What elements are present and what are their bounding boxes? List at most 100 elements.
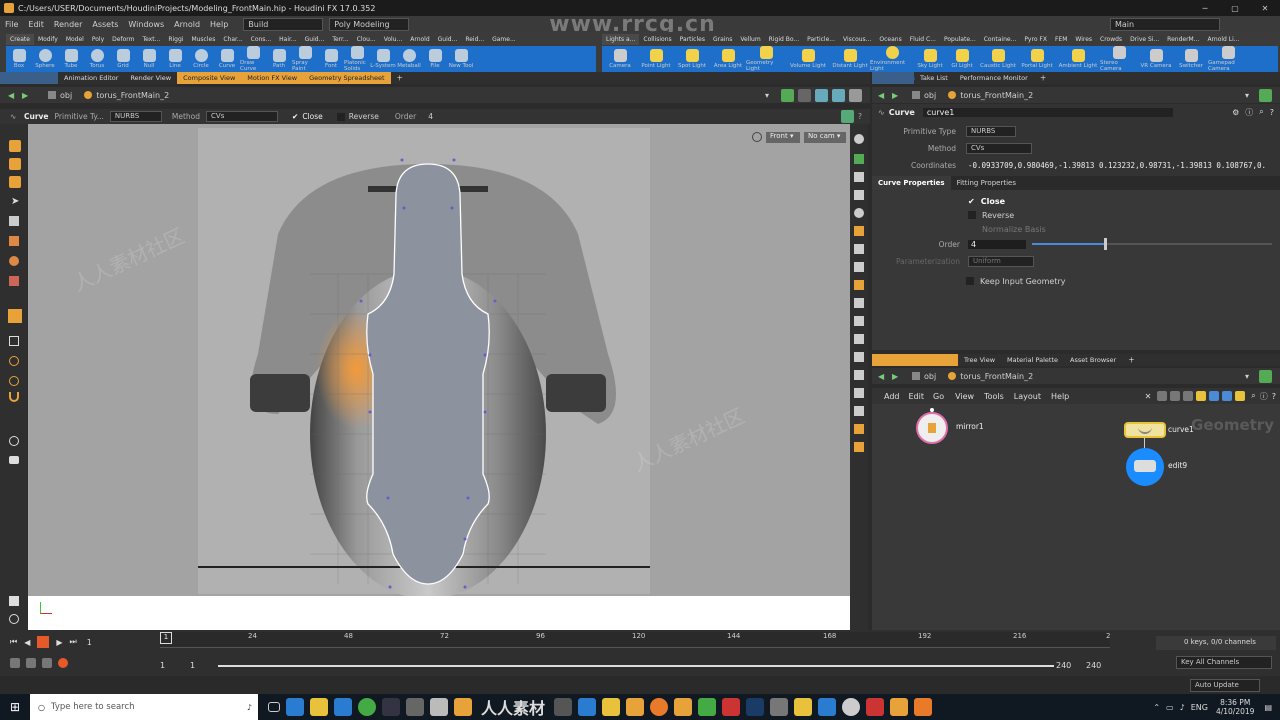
settings-small-icon[interactable]: [9, 614, 19, 624]
layout-icon[interactable]: [815, 88, 828, 102]
add-tab-button[interactable]: ＋: [1034, 72, 1053, 84]
app-icon[interactable]: [674, 698, 693, 716]
help-icon[interactable]: ?: [1270, 108, 1274, 117]
param-dropdown[interactable]: Uniform: [968, 255, 1034, 267]
tool-line[interactable]: Line: [162, 49, 188, 69]
key-all-channels-dropdown[interactable]: Key All Channels: [1176, 656, 1272, 669]
display-option-icon[interactable]: [854, 442, 864, 452]
shelf-tab[interactable]: Arnold: [406, 34, 433, 45]
display-icon[interactable]: [832, 88, 845, 102]
path-dropdown-icon[interactable]: ▾: [1245, 372, 1249, 381]
tool-curve[interactable]: Curve: [214, 49, 240, 69]
pointer-icon[interactable]: ➤: [11, 196, 19, 207]
param-node-name[interactable]: curve1: [922, 107, 1173, 117]
tab-scene-view[interactable]: Scene View: [0, 72, 58, 84]
shelf-tab[interactable]: Rigid Bo...: [765, 34, 803, 45]
close-checkbox[interactable]: ✔: [968, 197, 975, 206]
viewport[interactable]: Front ▾ No cam ▾ 人人素材社区 人人素材社区: [28, 124, 850, 596]
tool-sky-light[interactable]: Sky Light: [914, 49, 946, 69]
coords-field[interactable]: -0.0933709,0.980469,-1.39813 0.123232,0.…: [968, 161, 1268, 170]
viewport-help-icon[interactable]: ?: [858, 112, 862, 121]
app-icon[interactable]: [602, 698, 621, 716]
rotate-icon[interactable]: [9, 236, 19, 246]
display-option-icon[interactable]: [854, 208, 864, 218]
tool-new-tool[interactable]: New Tool: [448, 49, 474, 69]
back-arrow-icon[interactable]: ◀: [878, 372, 892, 381]
tool-gamepad-camera[interactable]: Gamepad Camera: [1208, 46, 1248, 72]
op-order-value[interactable]: 4: [428, 112, 433, 121]
tab-geometry-spreadsheet[interactable]: Geometry Spreadsheet: [303, 72, 391, 84]
tool-area-light[interactable]: Area Light: [710, 49, 746, 69]
net-menu-go[interactable]: Go: [927, 392, 950, 401]
app-icon[interactable]: [698, 698, 717, 716]
search-icon[interactable]: ⌕: [1259, 107, 1263, 117]
taskbar-search[interactable]: ○ Type here to search ♪: [30, 694, 258, 720]
list-icon[interactable]: [1183, 391, 1194, 401]
tab-curve-properties[interactable]: Curve Properties: [872, 176, 951, 190]
network-editor[interactable]: Geometry mirror1 curve1 edit9: [872, 404, 1280, 630]
chrome-icon[interactable]: [358, 698, 376, 716]
tool-env-light[interactable]: Environment Light: [870, 46, 914, 72]
windows-start-icon[interactable]: ⊞: [0, 700, 30, 714]
image-icon[interactable]: [1222, 391, 1233, 401]
record-button[interactable]: [58, 658, 68, 668]
gear-icon[interactable]: ⚙: [1232, 108, 1239, 117]
range-end-field[interactable]: 240: [1056, 661, 1071, 670]
first-frame-button[interactable]: ⏮: [10, 637, 17, 647]
viewport-lock-icon[interactable]: [752, 132, 762, 142]
shelf-tab[interactable]: Fluid C...: [906, 34, 940, 45]
edit-node[interactable]: [1126, 448, 1164, 486]
store-icon[interactable]: [334, 698, 352, 716]
prim-snap-icon[interactable]: [9, 376, 19, 386]
params-path-node[interactable]: torus_FrontMain_2: [960, 91, 1033, 100]
shelf-tab[interactable]: Grains: [709, 34, 736, 45]
link-icon[interactable]: [798, 88, 811, 102]
shelf-tab[interactable]: Oceans: [875, 34, 905, 45]
shelf-tab[interactable]: Char...: [219, 34, 246, 45]
mirror-node-input[interactable]: [930, 408, 934, 412]
range-start-field[interactable]: 1: [160, 661, 165, 670]
shelf-tab[interactable]: Particle...: [803, 34, 839, 45]
tab-fitting-properties[interactable]: Fitting Properties: [951, 176, 1022, 190]
tool-metaball[interactable]: Metaball: [396, 49, 422, 69]
net-help-icon[interactable]: ?: [1272, 392, 1276, 401]
snap-icon[interactable]: [9, 336, 19, 346]
shelf-tab[interactable]: Reid...: [461, 34, 488, 45]
tab-tree-view[interactable]: Tree View: [958, 354, 1001, 366]
wrench-icon[interactable]: ✕: [1145, 392, 1152, 401]
shelf-tab[interactable]: Particles: [676, 34, 709, 45]
net-menu-help[interactable]: Help: [1046, 392, 1074, 401]
shelf-tab[interactable]: Lights a...: [602, 34, 640, 45]
display-option-icon[interactable]: [854, 244, 864, 254]
forward-arrow-icon[interactable]: ▶: [892, 91, 906, 100]
display-option-icon[interactable]: [854, 352, 864, 362]
calculator-icon[interactable]: [554, 698, 573, 716]
last-frame-button[interactable]: ⏭: [70, 637, 77, 647]
tab-render-view[interactable]: Render View: [124, 72, 177, 84]
transform-tool-icon[interactable]: [9, 176, 21, 188]
curve-node[interactable]: [1124, 422, 1166, 438]
shelf-tab[interactable]: Containe...: [980, 34, 1021, 45]
photoshop-icon[interactable]: [746, 698, 765, 716]
method-dropdown[interactable]: CVs: [966, 143, 1032, 154]
shelf-tab[interactable]: Collisions: [639, 34, 675, 45]
dots-icon[interactable]: [1209, 391, 1220, 401]
lock-camera-icon[interactable]: [9, 436, 19, 446]
play-button[interactable]: ▶: [56, 638, 62, 647]
build-desktop-dropdown[interactable]: Build: [243, 17, 324, 31]
net-menu-edit[interactable]: Edit: [906, 392, 928, 401]
shelf-tab[interactable]: Drive Si...: [1126, 34, 1163, 45]
auto-update-dropdown[interactable]: Auto Update: [1190, 678, 1260, 692]
tool-lsystem[interactable]: L-System: [370, 49, 396, 69]
tab-network-view[interactable]: Network View: [872, 354, 958, 366]
tool-portal-light[interactable]: Portal Light: [1018, 49, 1056, 69]
shelf-tab[interactable]: Volu...: [380, 34, 407, 45]
view-dropdown[interactable]: Front ▾: [766, 132, 800, 143]
display-option-icon[interactable]: [854, 316, 864, 326]
shelf-tab[interactable]: Arnold Li...: [1203, 34, 1243, 45]
display-option-icon[interactable]: [854, 334, 864, 344]
app-icon[interactable]: [890, 698, 909, 716]
display-option-icon[interactable]: [854, 262, 864, 272]
shelf-tab[interactable]: Create: [6, 34, 34, 45]
params-path-root[interactable]: obj: [924, 91, 936, 100]
